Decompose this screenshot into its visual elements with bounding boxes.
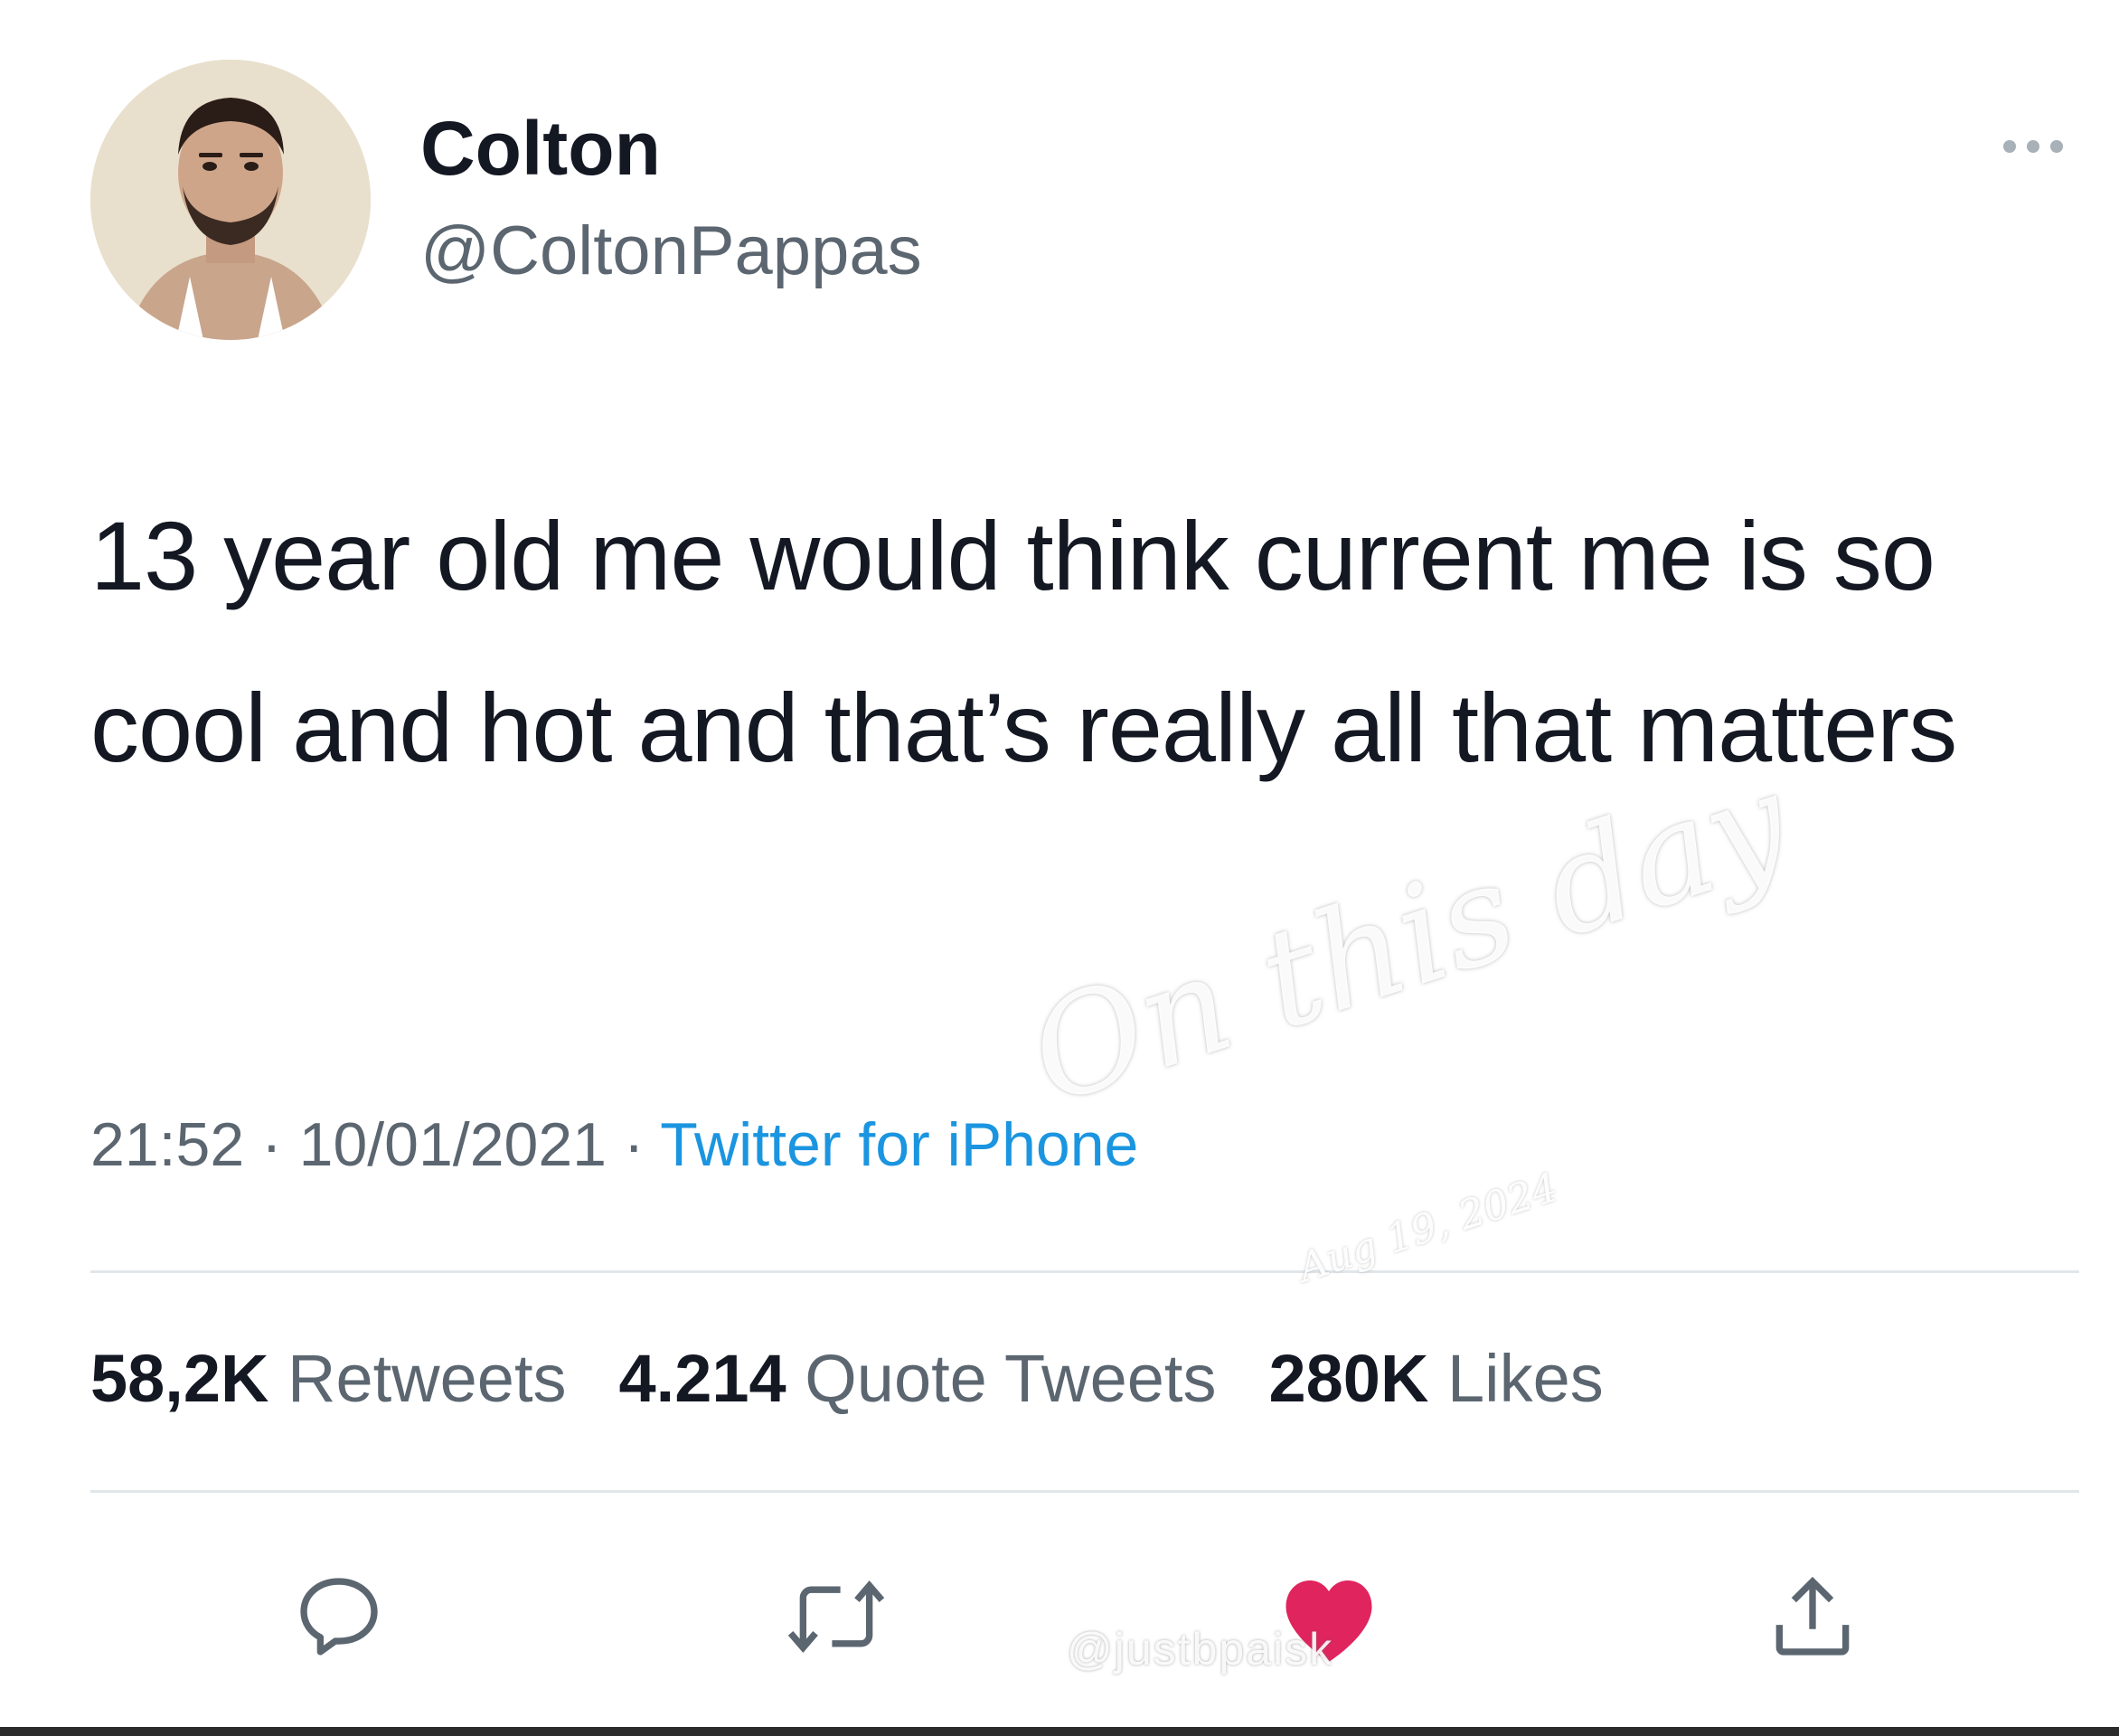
display-name[interactable]: Colton	[420, 110, 661, 186]
retweets-label: Retweets	[287, 1341, 567, 1416]
divider	[90, 1490, 2079, 1493]
tweet-time: 21:52	[90, 1110, 245, 1179]
tweet-stats: 58,2K Retweets 4.214 Quote Tweets 280K L…	[90, 1345, 1604, 1412]
dot	[2050, 140, 2063, 153]
divider	[90, 1270, 2079, 1273]
meta-separator: ·	[261, 1110, 282, 1179]
avatar[interactable]	[90, 60, 371, 340]
retweets-stat[interactable]: 58,2K Retweets	[90, 1345, 567, 1412]
likes-stat[interactable]: 280K Likes	[1269, 1345, 1604, 1412]
tweet-meta: 21:52 · 10/01/2021 · Twitter for iPhone	[90, 1114, 1138, 1175]
bottom-edge	[0, 1727, 2119, 1736]
meta-separator: ·	[623, 1110, 645, 1179]
tweet-text: 13 year old me would think current me is…	[90, 501, 1957, 782]
likes-label: Likes	[1446, 1341, 1604, 1416]
more-dots-icon[interactable]	[2003, 140, 2063, 153]
tiktok-handle-watermark: @justbpaisk	[1067, 1624, 1334, 1675]
action-bar	[0, 1553, 2119, 1680]
tweet-date[interactable]: 10/01/2021	[299, 1110, 607, 1179]
retweets-count: 58,2K	[90, 1341, 269, 1416]
share-button[interactable]	[1749, 1553, 1876, 1680]
quotes-label: Quote Tweets	[805, 1341, 1217, 1416]
share-icon	[1775, 1576, 1850, 1656]
retweet-icon	[787, 1580, 885, 1654]
dot	[2027, 140, 2039, 153]
reply-icon	[300, 1578, 378, 1656]
tweet-source[interactable]: Twitter for iPhone	[660, 1110, 1138, 1179]
quotes-stat[interactable]: 4.214 Quote Tweets	[619, 1345, 1217, 1412]
likes-count: 280K	[1268, 1341, 1429, 1416]
dot	[2003, 140, 2016, 153]
tweet-card: Colton @ColtonPappas 13 year old me woul…	[0, 0, 2119, 1736]
quotes-count: 4.214	[618, 1341, 786, 1416]
user-handle[interactable]: @ColtonPappas	[420, 217, 922, 286]
retweet-button[interactable]	[773, 1553, 899, 1680]
reply-button[interactable]	[276, 1553, 402, 1680]
